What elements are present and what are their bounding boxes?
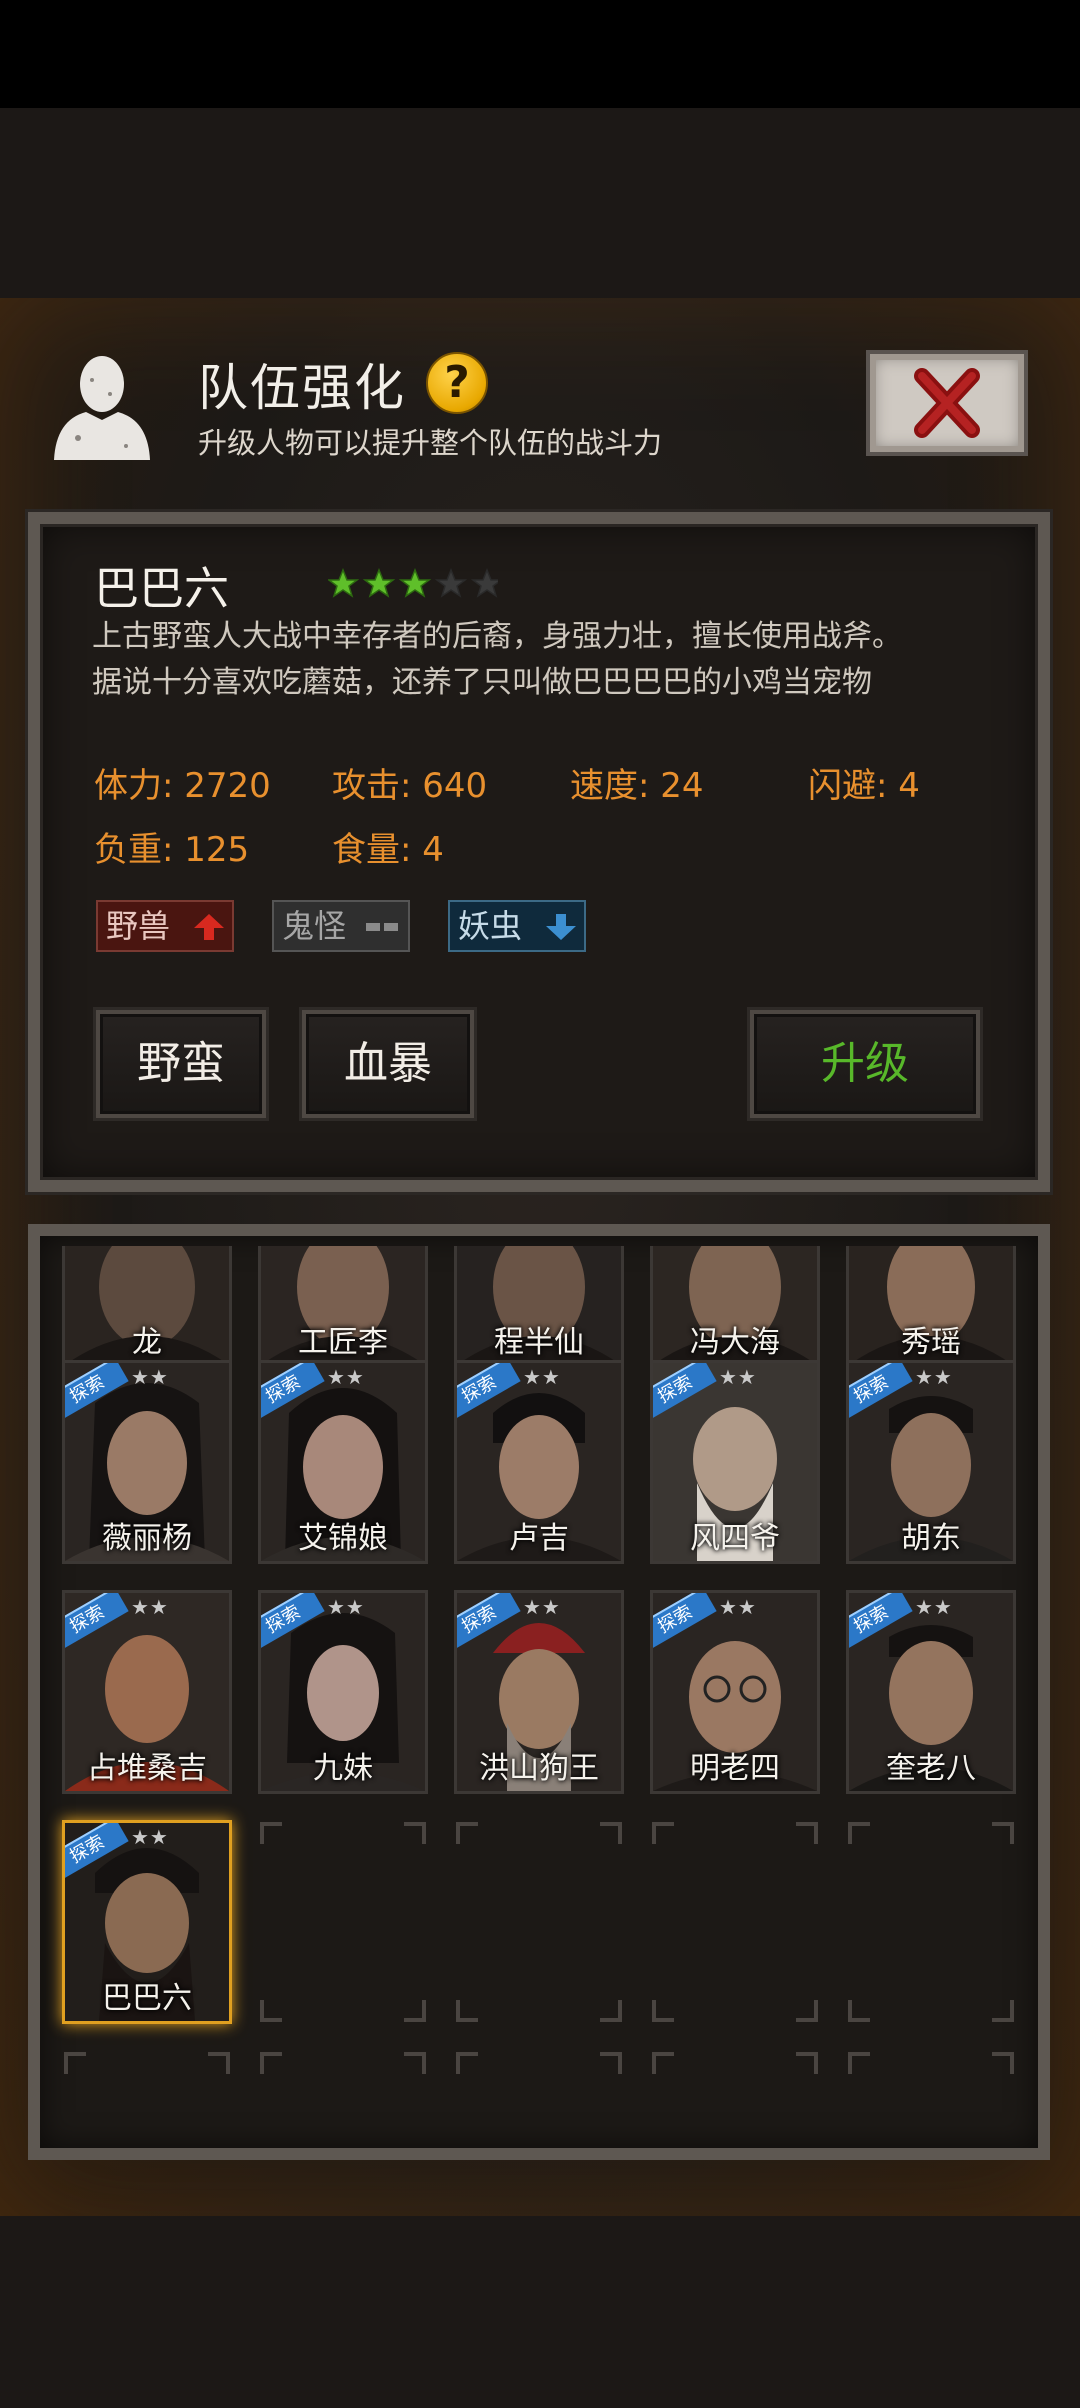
tag-ghost: 鬼怪 [272, 900, 410, 952]
tag-label: 野兽 [106, 907, 171, 945]
character-card[interactable]: 探索 ★★ 九妹 [258, 1590, 428, 1794]
card-star-rating: ★★ [327, 1595, 365, 1619]
character-card[interactable]: 探索 ★★ 奎老八 [846, 1590, 1016, 1794]
character-card-name: 巴巴六 [102, 1981, 192, 2016]
character-card[interactable]: 龙 [62, 1246, 232, 1368]
character-card[interactable]: 程半仙 [454, 1246, 624, 1368]
stat-speed: 速度: 24 [570, 766, 704, 806]
skill-bloodrage-button[interactable]: 血暴 [302, 1010, 474, 1118]
empty-slot [456, 2052, 622, 2074]
empty-slot [848, 1822, 1014, 2022]
card-star-rating: ★★ [327, 1365, 365, 1389]
card-star-rating: ★★ [719, 1595, 757, 1619]
close-button[interactable] [866, 350, 1028, 456]
character-card-name: 奎老八 [886, 1751, 976, 1786]
character-card-name: 工匠李 [298, 1325, 388, 1360]
character-card[interactable]: 探索 ★★ 风四爷 [650, 1360, 820, 1564]
status-bar [0, 0, 1080, 108]
roster-grid: 龙 工匠李 程半仙 冯大海 秀瑶 探索 ★★ 薇丽杨 探索 ★★ 艾锦娘 探索 … [40, 1246, 1040, 2148]
page-title: 队伍强化 [198, 359, 406, 417]
star-icon [398, 568, 432, 598]
character-card[interactable]: 探索 ★★ 洪山狗王 [454, 1590, 624, 1794]
empty-slot [848, 2052, 1014, 2074]
character-card-name: 明老四 [690, 1751, 780, 1786]
character-card[interactable]: 探索 ★★ 胡东 [846, 1360, 1016, 1564]
character-card-name: 卢吉 [509, 1521, 569, 1556]
character-card-name: 风四爷 [690, 1521, 780, 1556]
star-empty-icon [434, 568, 468, 598]
stat-dodge: 闪避: 4 [808, 766, 920, 806]
character-card-name: 薇丽杨 [102, 1521, 192, 1556]
stat-attack: 攻击: 640 [332, 766, 488, 806]
star-icon [362, 568, 396, 598]
stat-food: 食量: 4 [332, 830, 444, 870]
arrow-up-icon [194, 914, 224, 940]
arrow-down-icon [546, 914, 576, 940]
avatar-silhouette-icon [54, 356, 150, 460]
character-card[interactable]: 探索 ★★ 艾锦娘 [258, 1360, 428, 1564]
character-card-name: 秀瑶 [901, 1325, 961, 1360]
star-icon [328, 568, 360, 598]
tag-label: 妖虫 [458, 907, 523, 945]
character-card-name: 冯大海 [690, 1325, 780, 1360]
character-name: 巴巴六 [94, 562, 230, 615]
empty-slot [260, 1822, 426, 2022]
character-star-rating [328, 568, 498, 598]
card-star-rating: ★★ [523, 1595, 561, 1619]
tag-beast: 野兽 [96, 900, 234, 952]
character-card-name: 胡东 [901, 1521, 961, 1556]
tag-bug: 妖虫 [448, 900, 586, 952]
bottom-area [0, 2216, 1080, 2408]
card-star-rating: ★★ [131, 1825, 169, 1849]
neutral-dash-icon [366, 923, 398, 931]
card-star-rating: ★★ [915, 1365, 953, 1389]
character-card[interactable]: 秀瑶 [846, 1246, 1016, 1368]
empty-slot [456, 1822, 622, 2022]
character-card-name: 占堆桑吉 [87, 1751, 207, 1786]
card-star-rating: ★★ [131, 1595, 169, 1619]
empty-slot [260, 2052, 426, 2074]
card-star-rating: ★★ [131, 1365, 169, 1389]
character-card[interactable]: 工匠李 [258, 1246, 428, 1368]
star-empty-icon [470, 568, 498, 598]
card-star-rating: ★★ [915, 1595, 953, 1619]
skill-savage-button[interactable]: 野蛮 [96, 1010, 266, 1118]
card-star-rating: ★★ [523, 1365, 561, 1389]
character-card-name: 程半仙 [494, 1325, 584, 1360]
character-description: 上古野蛮人大战中幸存者的后裔，身强力壮，擅长使用战斧。 据说十分喜欢吃蘑菇，还养… [92, 614, 1012, 706]
description-line: 上古野蛮人大战中幸存者的后裔，身强力壮，擅长使用战斧。 [92, 619, 902, 654]
stat-load: 负重: 125 [94, 830, 250, 870]
page-subtitle: 升级人物可以提升整个队伍的战斗力 [198, 426, 663, 460]
character-card[interactable]: 冯大海 [650, 1246, 820, 1368]
upgrade-button[interactable]: 升级 [750, 1010, 980, 1118]
description-line: 据说十分喜欢吃蘑菇，还养了只叫做巴巴巴巴的小鸡当宠物 [92, 665, 872, 700]
card-star-rating: ★★ [719, 1365, 757, 1389]
empty-slot [652, 2052, 818, 2074]
character-card-selected[interactable]: 探索 ★★ 巴巴六 [62, 1820, 232, 2024]
stat-stamina: 体力: 2720 [94, 766, 271, 806]
empty-slot [64, 2052, 230, 2074]
help-icon[interactable]: ? [426, 352, 488, 414]
character-card-name: 九妹 [313, 1751, 373, 1786]
empty-slot [652, 1822, 818, 2022]
character-card-name: 艾锦娘 [298, 1521, 388, 1556]
close-icon [914, 368, 980, 438]
character-card-name: 洪山狗王 [479, 1751, 599, 1786]
tag-label: 鬼怪 [282, 907, 347, 945]
character-card[interactable]: 探索 ★★ 薇丽杨 [62, 1360, 232, 1564]
character-card[interactable]: 探索 ★★ 卢吉 [454, 1360, 624, 1564]
character-card[interactable]: 探索 ★★ 占堆桑吉 [62, 1590, 232, 1794]
character-card[interactable]: 探索 ★★ 明老四 [650, 1590, 820, 1794]
character-card-name: 龙 [132, 1325, 162, 1360]
